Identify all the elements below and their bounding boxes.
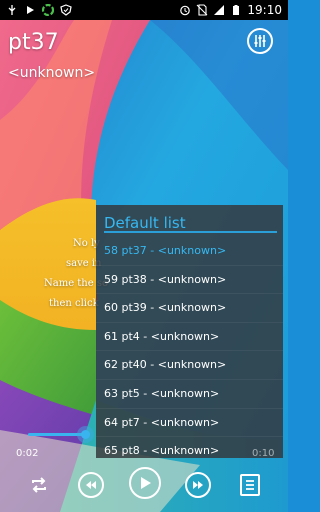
track-artist: <unknown>	[8, 65, 96, 81]
shield-icon	[60, 4, 72, 16]
playlist-items: 58 pt37 - <unknown> 59 pt38 - <unknown> …	[96, 237, 283, 458]
playlist-item[interactable]: 64 pt7 - <unknown>	[96, 409, 283, 438]
play-icon	[141, 477, 151, 489]
next-track-icon	[193, 481, 203, 489]
playlist-icon	[246, 480, 254, 490]
no-sim-icon	[196, 4, 208, 16]
repeat-button[interactable]	[28, 474, 50, 496]
playlist-panel: Default list 58 pt37 - <unknown> 59 pt38…	[96, 205, 283, 458]
app-notification-icon	[42, 4, 54, 16]
playlist-item[interactable]: 58 pt37 - <unknown>	[96, 237, 283, 266]
battery-icon	[230, 4, 242, 16]
previous-track-icon	[86, 481, 96, 489]
total-time: 0:10	[252, 448, 275, 459]
alarm-icon	[179, 4, 191, 16]
play-notification-icon	[24, 4, 36, 16]
equalizer-button[interactable]	[247, 28, 273, 54]
status-time: 19:10	[247, 3, 282, 17]
playlist-button[interactable]	[240, 474, 260, 496]
signal-icon	[213, 4, 225, 16]
track-title: pt37	[8, 30, 59, 55]
equalizer-icon	[254, 35, 266, 47]
playlist-item[interactable]: 63 pt5 - <unknown>	[96, 380, 283, 409]
playlist-item[interactable]: 62 pt40 - <unknown>	[96, 351, 283, 380]
usb-icon	[6, 4, 18, 16]
next-button[interactable]	[185, 472, 211, 498]
playlist-item[interactable]: 59 pt38 - <unknown>	[96, 266, 283, 295]
elapsed-time: 0:02	[16, 448, 39, 459]
seek-thumb[interactable]	[77, 426, 94, 443]
previous-button[interactable]	[78, 472, 104, 498]
playlist-title[interactable]: Default list	[104, 205, 277, 233]
playlist-item[interactable]: 60 pt39 - <unknown>	[96, 294, 283, 323]
play-button[interactable]	[129, 467, 161, 499]
playlist-item[interactable]: 61 pt4 - <unknown>	[96, 323, 283, 352]
playback-controls	[0, 466, 288, 506]
repeat-icon	[32, 477, 46, 493]
status-bar: 19:10	[0, 0, 288, 20]
